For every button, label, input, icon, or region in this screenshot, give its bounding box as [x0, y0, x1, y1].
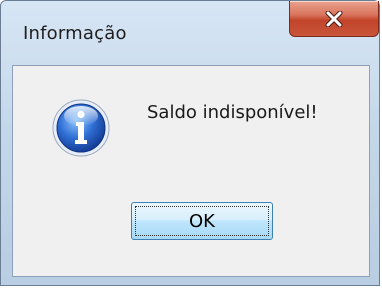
title-bar[interactable]: Informação	[1, 1, 379, 63]
ok-button[interactable]: OK	[131, 202, 273, 240]
close-icon	[325, 10, 343, 27]
close-button[interactable]	[289, 1, 379, 37]
information-icon	[52, 99, 110, 157]
message-text: Saldo indisponível!	[147, 102, 318, 123]
dialog-title: Informação	[23, 23, 127, 44]
dialog-window: Informação Saldo indisponível! OK	[0, 0, 380, 286]
dialog-body: Saldo indisponível! OK	[12, 65, 370, 277]
